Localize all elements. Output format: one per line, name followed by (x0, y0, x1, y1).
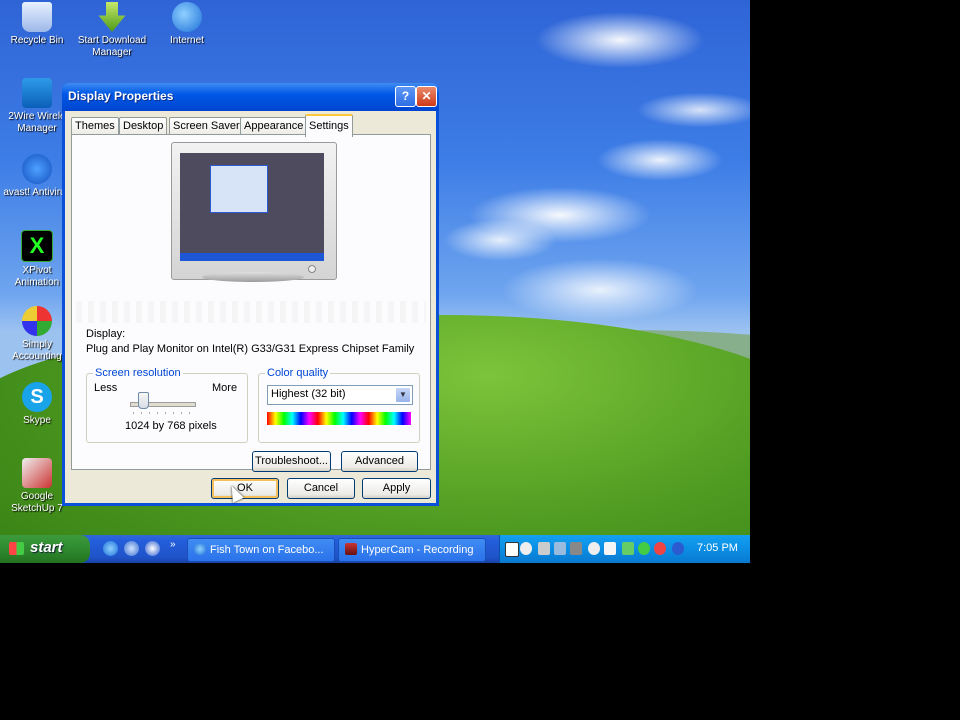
monitor-preview (171, 142, 337, 280)
slider-tick (181, 412, 182, 414)
skype-icon: S (22, 382, 52, 412)
preview-taskbar (180, 253, 324, 261)
desktop-icon-internet[interactable]: Internet (150, 2, 224, 47)
email-quicklaunch-icon[interactable] (124, 541, 139, 556)
slider-tick (173, 412, 174, 414)
internet-explorer-icon (172, 2, 202, 32)
color-quality-select[interactable]: Highest (32 bit) ▼ (267, 385, 413, 405)
help-tray-icon[interactable] (505, 542, 519, 557)
tab-appearance[interactable]: Appearance (240, 117, 308, 135)
security-tray-icon[interactable] (622, 542, 634, 555)
taskbar-item-label: HyperCam - Recording (361, 544, 474, 556)
slider-tick (157, 412, 158, 414)
wireless-icon (22, 78, 52, 108)
advanced-button[interactable]: Advanced (341, 451, 418, 472)
messenger-tray-icon[interactable] (638, 542, 650, 555)
resolution-value: 1024 by 768 pixels (125, 420, 217, 432)
avast-icon (22, 154, 52, 184)
taskbar-item-facebook[interactable]: Fish Town on Facebo... (187, 538, 335, 562)
wireless-tray-icon[interactable] (588, 542, 600, 555)
system-tray: 7:05 PM (499, 535, 750, 563)
preview-window (210, 165, 268, 213)
help-button[interactable]: ? (395, 86, 416, 107)
ie-icon (194, 543, 206, 555)
info-tray-icon[interactable] (604, 542, 616, 555)
close-button[interactable]: ✕ (416, 86, 437, 107)
chevron-down-icon[interactable]: ▼ (395, 387, 411, 403)
taskbar-item-hypercam[interactable]: HyperCam - Recording (338, 538, 486, 562)
screen-resolution-group: Screen resolution Less More 1024 by 768 … (86, 367, 248, 443)
tab-screen-saver[interactable]: Screen Saver (169, 117, 244, 135)
desktop-icon-label: Internet (170, 35, 204, 46)
color-quality-title: Color quality (265, 367, 331, 379)
clock[interactable]: 7:05 PM (697, 542, 738, 554)
troubleshoot-button[interactable]: Troubleshoot... (252, 451, 331, 472)
sketchup-icon (22, 458, 52, 488)
cancel-button[interactable]: Cancel (287, 478, 355, 499)
display-value: Plug and Play Monitor on Intel(R) G33/G3… (86, 343, 415, 355)
monitor-tray-icon[interactable] (538, 542, 550, 555)
desktop-icon-download-manager[interactable]: Start Download Manager (75, 2, 149, 59)
desktop-icon-label: Recycle Bin (10, 35, 64, 46)
alert-tray-icon[interactable] (654, 542, 666, 555)
display-label: Display: (86, 328, 126, 340)
resolution-slider-thumb[interactable] (138, 392, 149, 409)
color-quality-group: Color quality Highest (32 bit) ▼ (258, 367, 420, 443)
window-title: Display Properties (68, 89, 174, 103)
desktop-icon-label: Start Download Manager (77, 35, 147, 58)
monitor-screen (180, 153, 324, 261)
chevron-left-icon[interactable] (520, 542, 532, 555)
color-spectrum-bar (267, 412, 411, 425)
tab-settings[interactable]: Settings (305, 114, 353, 137)
xpivot-icon: X (21, 230, 53, 262)
settings-panel: Display: Plug and Play Monitor on Intel(… (71, 134, 431, 472)
monitor-power-light (308, 265, 316, 273)
taskbar: start » Fish Town on Facebo... HyperCam … (0, 535, 750, 563)
slider-tick (149, 412, 150, 414)
monitor-reflection (76, 301, 426, 323)
windows-logo-icon (9, 542, 24, 555)
slider-tick (189, 412, 190, 414)
simply-accounting-icon (22, 306, 52, 336)
volume-tray-icon[interactable] (554, 542, 566, 555)
color-quality-value: Highest (32 bit) (271, 388, 346, 400)
ie-quicklaunch-icon[interactable] (103, 541, 118, 556)
quicklaunch-more-icon[interactable]: » (170, 539, 176, 550)
desktop-icon-recycle-bin[interactable]: Recycle Bin (0, 2, 74, 47)
more-label: More (212, 382, 238, 394)
slider-tick (133, 412, 134, 414)
display-properties-window: Display Properties ? ✕ Themes Desktop Sc… (62, 83, 439, 506)
media-player-quicklaunch-icon[interactable] (145, 541, 160, 556)
apply-button[interactable]: Apply (362, 478, 431, 499)
tab-desktop[interactable]: Desktop (119, 117, 168, 135)
start-label: start (30, 539, 63, 556)
slider-tick (141, 412, 142, 414)
screen: Recycle Bin Start Download Manager Inter… (0, 0, 750, 563)
network-tray-icon[interactable] (570, 542, 582, 555)
screen-resolution-title: Screen resolution (93, 367, 183, 379)
monitor-stand (202, 272, 304, 282)
title-bar[interactable]: Display Properties ? ✕ (62, 83, 439, 111)
tab-themes[interactable]: Themes (71, 117, 119, 135)
slider-tick (165, 412, 166, 414)
hypercam-icon (345, 543, 357, 555)
dialog-client: Themes Desktop Screen Saver Appearance S… (65, 111, 436, 503)
ok-button[interactable]: OK (211, 478, 279, 499)
start-button[interactable]: start (0, 535, 90, 563)
less-label: Less (94, 382, 118, 394)
download-manager-icon (98, 2, 126, 32)
recycle-bin-icon (22, 2, 52, 32)
avast-tray-icon[interactable] (672, 542, 684, 555)
taskbar-item-label: Fish Town on Facebo... (210, 544, 324, 556)
